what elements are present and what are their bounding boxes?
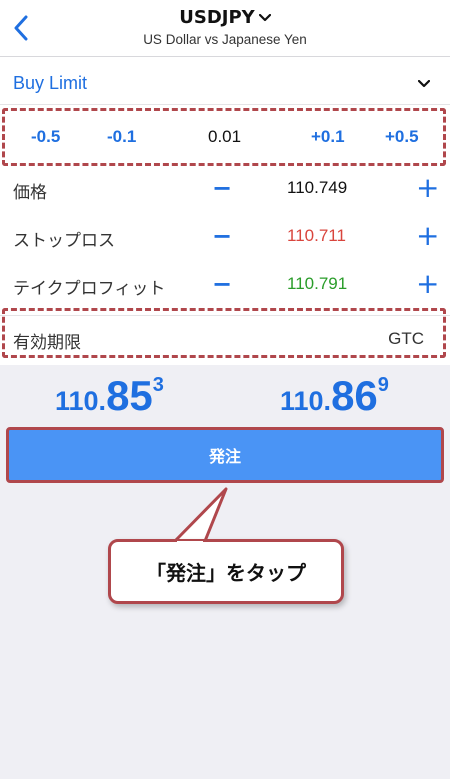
expiry-highlight-box bbox=[2, 308, 446, 358]
take-profit-decrease-button[interactable]: − bbox=[212, 270, 232, 298]
stop-loss-increase-button[interactable]: + bbox=[416, 219, 439, 252]
price-row: 価格 − 110.749 + bbox=[0, 165, 450, 213]
top-nav-bar: USDJPY US Dollar vs Japanese Yen bbox=[0, 0, 450, 57]
stop-loss-label: ストップロス bbox=[13, 231, 115, 251]
bid-price-pips: 85 bbox=[106, 372, 153, 419]
stop-loss-row: ストップロス − 110.711 + bbox=[0, 213, 450, 261]
stop-loss-value[interactable]: 110.711 bbox=[287, 226, 346, 246]
take-profit-row: テイクプロフィット − 110.791 + bbox=[0, 261, 450, 309]
order-type-selector[interactable]: Buy Limit bbox=[0, 63, 450, 105]
callout-text: 「発注」をタップ bbox=[146, 561, 306, 585]
price-label: 価格 bbox=[13, 183, 47, 203]
take-profit-value[interactable]: 110.791 bbox=[287, 274, 347, 294]
ask-price-pips: 86 bbox=[331, 372, 378, 419]
symbol-selector[interactable]: USDJPY bbox=[179, 7, 271, 28]
ask-price-prefix: 110. bbox=[280, 386, 332, 416]
take-profit-label: テイクプロフィット bbox=[13, 279, 166, 299]
place-order-button[interactable]: 発注 bbox=[6, 427, 444, 483]
symbol-description: US Dollar vs Japanese Yen bbox=[143, 32, 307, 47]
bid-price: 110.853 bbox=[55, 372, 164, 420]
price-decrease-button[interactable]: − bbox=[212, 174, 232, 202]
order-type-label: Buy Limit bbox=[13, 73, 88, 93]
place-order-label: 発注 bbox=[208, 447, 241, 466]
bid-price-fraction: 3 bbox=[152, 374, 164, 396]
take-profit-increase-button[interactable]: + bbox=[416, 267, 439, 300]
step-highlight-box bbox=[2, 108, 446, 166]
bid-price-prefix: 110. bbox=[55, 386, 107, 416]
ask-price-fraction: 9 bbox=[377, 374, 389, 396]
price-value[interactable]: 110.749 bbox=[287, 178, 347, 198]
instruction-callout: 「発注」をタップ bbox=[108, 539, 344, 604]
symbol-title: USDJPY bbox=[179, 7, 255, 28]
chevron-down-icon bbox=[258, 13, 271, 21]
chevron-down-icon bbox=[418, 79, 430, 87]
ask-price: 110.869 bbox=[280, 372, 389, 420]
price-increase-button[interactable]: + bbox=[416, 171, 439, 204]
stop-loss-decrease-button[interactable]: − bbox=[212, 222, 232, 250]
